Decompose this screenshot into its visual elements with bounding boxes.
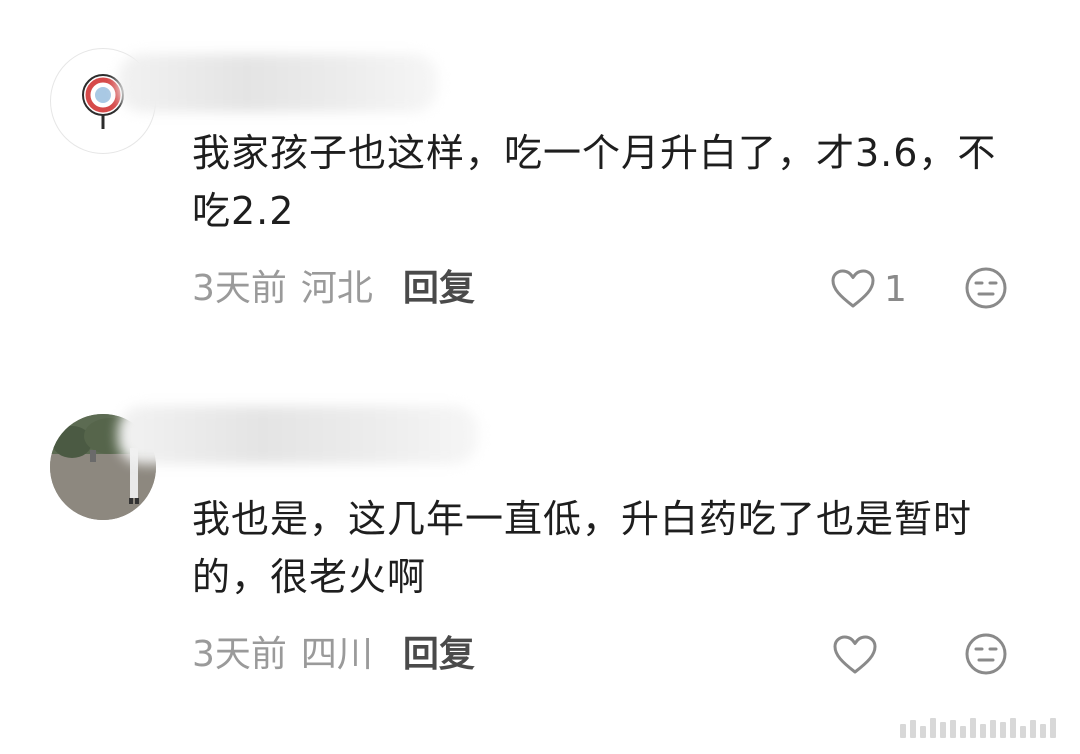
comment-meta: 3天前 四川 回复 bbox=[192, 630, 475, 680]
neutral-face-icon bbox=[965, 267, 1007, 309]
heart-outline-icon bbox=[831, 269, 875, 308]
comment-meta: 3天前 河北 回复 bbox=[192, 264, 475, 314]
emoji-react-button[interactable] bbox=[964, 632, 1008, 676]
comment-time: 3天前 bbox=[192, 268, 287, 309]
heart-outline-icon bbox=[833, 635, 877, 674]
username-blurred bbox=[118, 54, 438, 112]
neutral-face-icon bbox=[965, 633, 1007, 675]
username-blurred bbox=[118, 406, 478, 464]
watermark bbox=[900, 718, 1056, 738]
like-button[interactable]: 1 bbox=[830, 264, 907, 314]
reply-button[interactable]: 回复 bbox=[403, 268, 475, 309]
like-count: 1 bbox=[884, 268, 907, 310]
comment-text: 我也是，这几年一直低，升白药吃了也是暂时的，很老火啊 bbox=[192, 497, 973, 599]
comment-region: 河北 bbox=[300, 268, 373, 309]
comment-region: 四川 bbox=[300, 634, 373, 675]
like-button[interactable] bbox=[832, 630, 886, 680]
comment-text: 我家孩子也这样，吃一个月升白了，才3.6，不吃2.2 bbox=[192, 131, 997, 233]
comment-time: 3天前 bbox=[192, 634, 287, 675]
emoji-react-button[interactable] bbox=[964, 266, 1008, 310]
reply-button[interactable]: 回复 bbox=[403, 634, 475, 675]
